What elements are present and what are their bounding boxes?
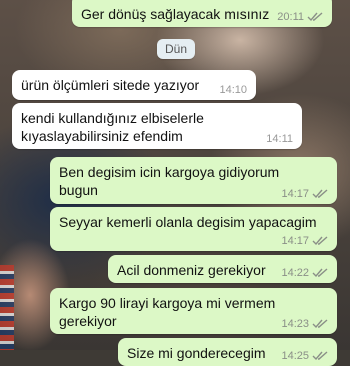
message-time: 14:17 [281, 188, 309, 200]
message-meta: 14:22 [281, 267, 328, 279]
message-meta: 14:25 [281, 350, 328, 362]
message-bubble-outgoing[interactable]: Kargo 90 lirayi kargoya mi vermem gereki… [50, 288, 337, 334]
message-time: 20:11 [277, 11, 304, 23]
double-check-icon [312, 319, 328, 329]
message-time: 14:25 [281, 350, 309, 362]
message-bubble-outgoing[interactable]: Ben degisim icin kargoya gidiyorum bugun… [50, 157, 337, 204]
double-check-icon [307, 12, 323, 22]
message-bubble-incoming[interactable]: ürün ölçümleri sitede yazıyor 14:10 [12, 70, 256, 100]
message-meta: 14:17 [281, 235, 328, 247]
message-meta: 14:17 [281, 188, 328, 200]
message-bubble-outgoing[interactable]: Seyyar kemerli olanla degisim yapacagim … [50, 207, 337, 251]
double-check-icon [312, 189, 328, 199]
message-meta: 14:11 [266, 133, 293, 145]
message-time: 14:10 [219, 84, 247, 96]
message-bubble-outgoing[interactable]: Ger dönüş sağlayacak mısınız 20:11 [72, 0, 332, 27]
date-divider: Dün [157, 39, 195, 59]
message-text: Seyyar kemerli olanla degisim yapacagim [59, 214, 317, 230]
wallpaper-fabric [0, 265, 14, 350]
message-bubble-outgoing[interactable]: Size mi gonderecegim 14:25 [118, 338, 337, 366]
message-text: Kargo 90 lirayi kargoya mi vermem gereki… [59, 295, 276, 329]
message-meta: 14:23 [281, 318, 328, 330]
message-time: 14:23 [281, 318, 309, 330]
double-check-icon [312, 268, 328, 278]
message-text: Ben degisim icin kargoya gidiyorum bugun [59, 164, 280, 198]
message-meta: 14:10 [219, 84, 247, 96]
message-bubble-incoming[interactable]: kendi kullandığınız elbiselerle kıyaslay… [12, 103, 302, 149]
message-bubble-outgoing[interactable]: Acil donmeniz gerekiyor 14:22 [108, 255, 337, 283]
double-check-icon [312, 236, 328, 246]
message-meta: 20:11 [277, 11, 323, 23]
message-time: 14:11 [266, 133, 293, 145]
message-text: kendi kullandığınız elbiselerle kıyaslay… [21, 110, 204, 144]
double-check-icon [312, 351, 328, 361]
message-text: ürün ölçümleri sitede yazıyor [21, 77, 200, 93]
message-time: 14:22 [281, 267, 309, 279]
message-time: 14:17 [281, 235, 309, 247]
